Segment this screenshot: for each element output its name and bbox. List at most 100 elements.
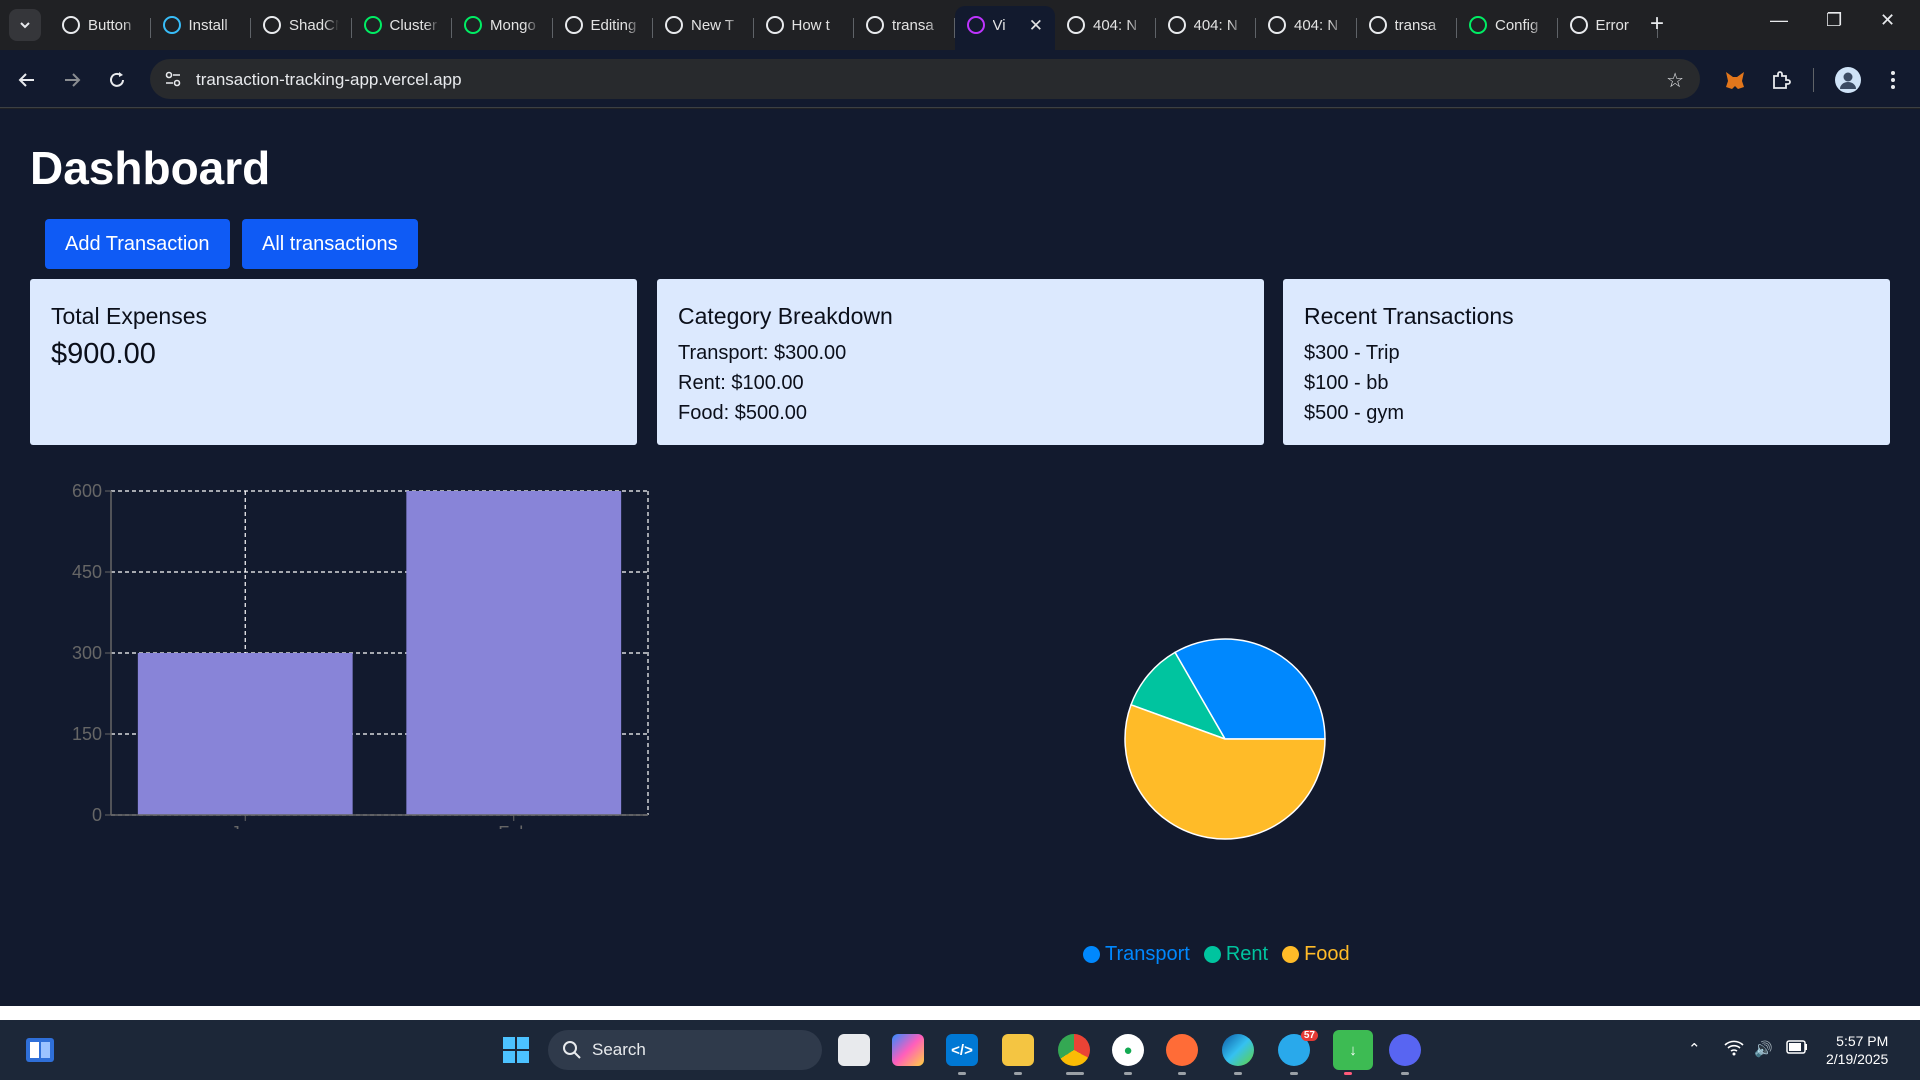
new-tab-button[interactable]: + [1650,12,1664,36]
tab[interactable]: Editing [553,6,653,44]
shadcn-icon [263,16,281,34]
render-icon [1569,16,1588,34]
telegram-icon[interactable]: 57 [1278,1030,1318,1066]
tab[interactable]: How t [754,6,854,44]
pie-chart-legend: Transport Rent Food [1083,943,1350,966]
task-view-icon[interactable] [838,1034,870,1066]
tab-title: transa [892,16,934,34]
tab-title: Editing [590,16,637,34]
mongodb-compass-icon[interactable]: ● [1112,1034,1144,1066]
minimize-icon[interactable]: — [1770,10,1788,31]
chrome-icon[interactable] [1058,1034,1090,1066]
search-icon [563,1041,581,1059]
battery-icon[interactable] [1786,1040,1808,1058]
tab-title: Vi [992,16,1006,34]
tab[interactable]: ShadCN [251,6,352,44]
bar [137,653,353,815]
tab-title: 404: N [1093,16,1138,34]
tab-title: Error [1595,16,1629,34]
download-app-icon[interactable]: ↓ [1333,1030,1373,1070]
tab[interactable]: 404: N [1156,6,1256,44]
recent-transaction-item: $300 - Trip [1304,342,1400,364]
tab[interactable]: New T [653,6,754,44]
app-icon[interactable] [1389,1034,1421,1066]
postman-icon[interactable] [1166,1034,1198,1066]
restore-icon[interactable]: ❐ [1826,10,1842,31]
tab[interactable]: Error [1558,6,1658,44]
file-explorer-icon[interactable] [1002,1034,1034,1066]
x-tick-label: Feb [498,823,529,829]
browser-menu-icon[interactable] [1880,67,1906,93]
running-indicator [1014,1072,1022,1075]
category-breakdown-card: Category Breakdown Transport: $300.00 Re… [657,279,1264,445]
tab[interactable]: Cluster [352,6,452,44]
tab[interactable]: Config [1457,6,1558,44]
edge-icon[interactable] [1222,1034,1254,1066]
bookmark-star-icon[interactable]: ☆ [1666,68,1684,93]
github-icon [564,16,583,34]
clock-date: 2/19/2025 [1826,1051,1889,1067]
tab-title: Config [1495,16,1539,34]
tab-title: transa [1394,16,1437,34]
close-tab-icon[interactable]: ✕ [1029,16,1043,36]
tab[interactable]: Mongo [452,6,553,44]
tab[interactable]: Button [50,6,151,44]
tab-title: 404: N [1294,16,1339,34]
tab[interactable]: transa [1357,6,1457,44]
total-expenses-value: $900.00 [51,338,156,370]
tab-active[interactable]: Vi ✕ [954,6,1055,50]
globe-icon [1167,16,1186,34]
tab-title: How t [791,16,830,34]
tab-title: Install [188,16,228,34]
tab[interactable]: 404: N [1256,6,1357,44]
legend-swatch [1203,946,1221,963]
running-indicator [1066,1072,1084,1075]
tab-title: ShadCN [289,16,339,34]
tab[interactable]: transa [854,6,955,44]
running-indicator [1178,1072,1186,1075]
wifi-icon[interactable] [1724,1040,1744,1060]
x-tick-label: Jan [231,823,260,829]
telegram-badge: 57 [1300,1030,1318,1041]
search-label: Search [592,1040,646,1059]
all-transactions-button[interactable]: All transactions [242,219,418,269]
medium-icon [765,16,784,34]
y-tick-label: 600 [72,481,102,501]
vscode-icon[interactable]: </> [946,1034,978,1066]
mongodb-icon [464,16,482,34]
breakdown-item-transport: Transport: $300.00 [678,342,847,364]
running-indicator [1124,1072,1132,1075]
running-indicator [958,1072,966,1075]
back-icon[interactable] [15,68,39,92]
copilot-icon[interactable] [892,1034,924,1066]
site-info-icon[interactable] [164,70,182,88]
card-title: Recent Transactions [1304,303,1514,329]
tab-search-button[interactable] [9,9,41,41]
chevron-down-icon [20,22,30,29]
add-transaction-button[interactable]: Add Transaction [45,219,230,269]
reload-icon[interactable] [105,68,129,92]
clock[interactable]: 5:57 PM 2/19/2025 [1826,1032,1888,1068]
tab[interactable]: Install [151,6,251,44]
legend-item-rent: Rent [1203,943,1268,966]
globe-icon [1268,16,1286,34]
widgets-icon[interactable] [24,1034,56,1066]
extensions-icon[interactable] [1768,67,1794,93]
tab[interactable]: 404: N [1055,6,1156,44]
globe-icon [1067,16,1085,34]
running-indicator [1234,1072,1242,1075]
taskbar-search-box[interactable]: Search [548,1030,822,1070]
recent-transaction-item: $100 - bb [1304,372,1389,394]
windows-start-icon[interactable] [500,1034,532,1066]
show-hidden-icons[interactable]: ⌃ [1688,1040,1701,1058]
tab-title: Mongo [490,16,536,34]
metamask-icon[interactable] [1722,67,1748,93]
card-title: Total Expenses [51,303,207,329]
tab-title: Cluster [389,16,438,34]
address-bar[interactable]: transaction-tracking-app.vercel.app ☆ [150,59,1700,99]
profile-avatar[interactable] [1835,67,1861,93]
volume-icon[interactable]: 🔊 [1754,1040,1773,1058]
legend-label: Food [1304,943,1350,965]
forward-icon[interactable] [60,68,84,92]
close-window-icon[interactable]: ✕ [1880,10,1895,31]
